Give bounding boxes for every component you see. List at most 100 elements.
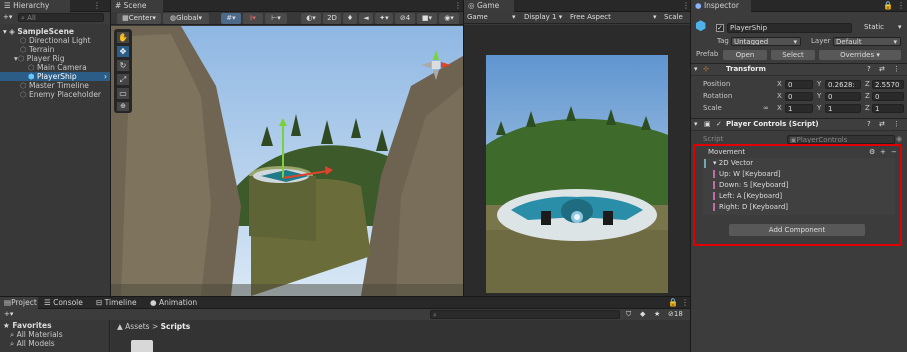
lighting-toggle[interactable]: ♦ — [343, 13, 357, 24]
hand-tool-icon[interactable]: ✋ — [117, 32, 129, 43]
object-name-field[interactable]: PlayerShip — [727, 23, 852, 33]
kebab-menu-icon[interactable]: ⋮ — [681, 298, 689, 307]
hidden-packages-button[interactable]: ⊘18 — [668, 310, 683, 319]
position-x-field[interactable]: 0 — [785, 80, 813, 89]
hierarchy-add-button[interactable]: +▾ — [3, 13, 12, 22]
move-tool-icon[interactable]: ✥ — [117, 46, 129, 57]
presets-icon[interactable]: ⇄ — [879, 65, 885, 74]
tab-project[interactable]: ▤Project — [0, 297, 38, 309]
kebab-menu-icon[interactable]: ⋮ — [454, 1, 462, 10]
gear-icon[interactable]: ⚙ — [869, 148, 875, 157]
favorite-item[interactable]: ⌕ All Materials — [0, 330, 109, 339]
breadcrumb-assets[interactable]: Assets — [125, 322, 149, 331]
rect-tool-icon[interactable]: ▭ — [117, 88, 129, 99]
star-icon[interactable]: ★ — [654, 310, 660, 319]
kebab-menu-icon[interactable]: ⋮ — [893, 65, 900, 74]
kebab-menu-icon[interactable]: ⋮ — [893, 120, 900, 129]
camera-dropdown[interactable]: ■▾ — [417, 13, 437, 24]
transform-tool-icon[interactable]: ⊕ — [117, 102, 129, 111]
effects-dropdown[interactable]: ✦▾ — [375, 13, 393, 24]
kebab-menu-icon[interactable]: ⋮ — [93, 1, 101, 10]
help-icon[interactable]: ? — [867, 120, 871, 129]
breadcrumb-scripts[interactable]: Scripts — [161, 322, 191, 331]
tab-inspector[interactable]: ● Inspector — [691, 0, 751, 12]
player-controls-header[interactable]: ▾ ▣ ✓ Player Controls (Script) ? ⇄ ⋮ — [691, 118, 907, 131]
favorites-header[interactable]: ★ Favorites — [0, 321, 109, 330]
display-dropdown[interactable]: Display 1 ▾ — [524, 13, 562, 22]
project-search-input[interactable]: ⌕ — [430, 310, 620, 319]
snap-settings-button[interactable]: ⊢▾ — [265, 13, 287, 24]
kebab-menu-icon[interactable]: ⋮ — [897, 1, 905, 10]
game-view-dropdown[interactable]: Game — [467, 13, 488, 22]
rotation-x-field[interactable]: 0 — [785, 92, 813, 101]
add-component-button[interactable]: Add Component — [729, 224, 865, 236]
draw-mode-button[interactable]: ◐▾ — [301, 13, 321, 24]
transform-header[interactable]: ▾ ⊹ Transform ? ⇄ ⋮ — [691, 63, 907, 76]
rotation-y-field[interactable]: 0 — [825, 92, 861, 101]
layer-dropdown[interactable]: Default ▾ — [833, 37, 901, 46]
mode-2d-button[interactable]: 2D — [323, 13, 341, 24]
tab-console[interactable]: ☰ Console — [40, 297, 90, 309]
tab-animation[interactable]: ● Animation — [146, 297, 202, 309]
hierarchy-item[interactable]: ⬡ Main Camera — [0, 63, 110, 72]
gizmos-dropdown[interactable]: ◉▾ — [439, 13, 459, 24]
scale-y-field[interactable]: 1 — [825, 104, 861, 113]
aspect-dropdown[interactable]: Free Aspect — [570, 13, 611, 22]
lock-icon[interactable]: 🔒 — [883, 1, 893, 10]
hierarchy-item[interactable]: ▾⬡ Player Rig — [0, 54, 110, 63]
tag-dropdown[interactable]: Untagged ▾ — [731, 37, 801, 46]
tab-game[interactable]: ◎ Game — [464, 0, 514, 12]
presets-icon[interactable]: ⇄ — [879, 120, 885, 129]
hierarchy-item[interactable]: ⬡ Enemy Placeholder — [0, 90, 110, 99]
project-add-button[interactable]: +▾ — [4, 310, 13, 319]
static-checkbox-label[interactable]: Static — [864, 23, 884, 32]
prefab-overrides-button[interactable]: Overrides ▾ — [819, 50, 901, 60]
prefab-open-button[interactable]: Open — [723, 50, 767, 60]
binding-row[interactable]: Up: W [Keyboard] — [713, 169, 895, 179]
script-file-icon[interactable] — [131, 340, 153, 352]
space-dropdown[interactable]: ◍Global▾ — [163, 13, 209, 24]
hierarchy-item[interactable]: ⬡ Terrain — [0, 45, 110, 54]
tab-scene[interactable]: # Scene — [111, 0, 163, 12]
hidden-objects-button[interactable]: ⊘4 — [395, 13, 415, 24]
help-icon[interactable]: ? — [867, 65, 871, 74]
filter-label-icon[interactable]: ◆ — [640, 310, 645, 319]
scene-root-row[interactable]: ▾ ◈ SampleScene — [0, 27, 110, 36]
pivot-dropdown[interactable]: ▦Center▾ — [117, 13, 161, 24]
audio-toggle[interactable]: ◄ — [359, 13, 373, 24]
binding-row[interactable]: Left: A [Keyboard] — [713, 191, 895, 201]
grid-snap-button[interactable]: #▾ — [221, 13, 241, 24]
kebab-menu-icon[interactable]: ⋮ — [682, 1, 690, 10]
hierarchy-item[interactable]: ⬡ Master Timeline — [0, 81, 110, 90]
enabled-checkbox[interactable]: ✓ — [716, 120, 722, 129]
favorite-item[interactable]: ⌕ All Models — [0, 339, 109, 348]
rotation-z-field[interactable]: 0 — [872, 92, 904, 101]
hierarchy-item[interactable]: ⬡ Directional Light — [0, 36, 110, 45]
orientation-gizmo[interactable] — [421, 50, 451, 80]
lock-icon[interactable]: 🔒 — [668, 298, 678, 307]
composite-row[interactable]: ▾ 2D Vector — [707, 158, 889, 168]
scale-tool-icon[interactable]: ⤢ — [117, 74, 129, 85]
filter-type-icon[interactable]: ⛉ — [626, 310, 631, 319]
tab-hierarchy[interactable]: ☰ Hierarchy — [0, 0, 70, 12]
remove-binding-icon[interactable]: − — [891, 148, 897, 157]
position-y-field[interactable]: 0.2628: — [825, 80, 861, 89]
add-binding-icon[interactable]: + — [880, 148, 886, 157]
prefab-select-button[interactable]: Select — [771, 50, 815, 60]
snap-increment-button[interactable]: ⫲▾ — [243, 13, 263, 24]
tab-timeline[interactable]: ⊟ Timeline — [92, 297, 144, 309]
hierarchy-search-input[interactable]: ⌕ All — [18, 13, 104, 22]
active-checkbox[interactable]: ✓ — [716, 24, 724, 32]
search-icon: ⌕ — [10, 330, 17, 339]
binding-row[interactable]: Right: D [Keyboard] — [713, 202, 895, 212]
link-icon[interactable]: ∞ — [763, 104, 769, 113]
hierarchy-item-selected[interactable]: ⬢ PlayerShip › — [0, 72, 110, 81]
scale-x-field[interactable]: 1 — [785, 104, 813, 113]
binding-row[interactable]: Down: S [Keyboard] — [713, 180, 895, 190]
scene-viewport[interactable]: ✋ ✥ ↻ ⤢ ▭ ⊕ — [111, 26, 463, 296]
scale-z-field[interactable]: 1 — [872, 104, 904, 113]
effects-icon: ✦ — [379, 14, 386, 22]
scale-slider-label[interactable]: Scale — [664, 13, 683, 22]
rotate-tool-icon[interactable]: ↻ — [117, 60, 129, 71]
position-z-field[interactable]: 2.5570 — [872, 80, 904, 89]
